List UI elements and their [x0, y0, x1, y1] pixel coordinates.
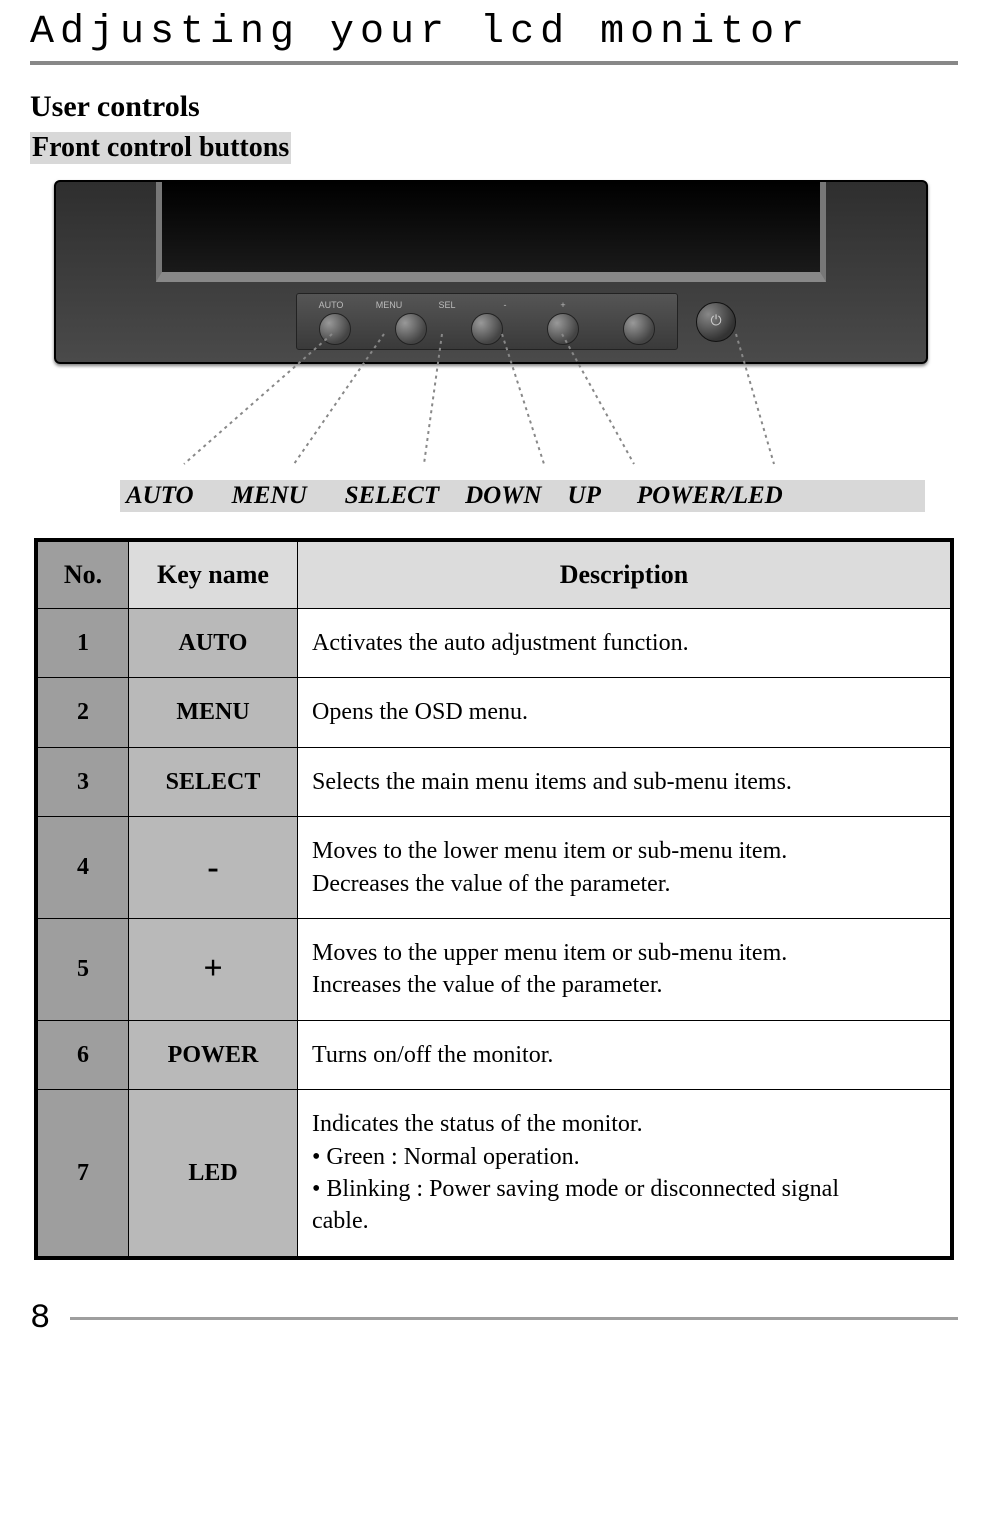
cell-desc: Indicates the status of the monitor. • G…	[298, 1090, 953, 1258]
label-auto: AUTO	[126, 482, 212, 510]
table-row: 7LEDIndicates the status of the monitor.…	[36, 1090, 952, 1258]
cell-no: 4	[36, 817, 129, 919]
cell-desc: Selects the main menu items and sub-menu…	[298, 747, 953, 816]
label-select: SELECT	[325, 482, 457, 510]
panel-label-minus: -	[477, 300, 533, 310]
cell-key: MENU	[129, 678, 298, 747]
panel-label-menu: MENU	[361, 300, 417, 310]
table-row: 5+Moves to the upper menu item or sub-me…	[36, 918, 952, 1020]
cell-key: AUTO	[129, 609, 298, 678]
cell-key: LED	[129, 1090, 298, 1258]
table-row: 1AUTOActivates the auto adjustment funct…	[36, 609, 952, 678]
section-heading: User controls	[30, 90, 958, 124]
cell-desc: Opens the OSD menu.	[298, 678, 953, 747]
cell-desc: Turns on/off the monitor.	[298, 1020, 953, 1089]
label-down: DOWN	[457, 482, 559, 510]
cell-key: -	[129, 817, 298, 919]
cell-no: 6	[36, 1020, 129, 1089]
panel-label-sel: SEL	[419, 300, 475, 310]
label-up: UP	[560, 482, 619, 510]
cell-no: 2	[36, 678, 129, 747]
cell-desc: Moves to the lower menu item or sub-menu…	[298, 817, 953, 919]
monitor-illustration: AUTO MENU SEL - + ⏻	[54, 180, 934, 474]
cell-no: 7	[36, 1090, 129, 1258]
table-row: 6POWERTurns on/off the monitor.	[36, 1020, 952, 1089]
footer-rule	[70, 1317, 958, 1320]
cell-desc: Moves to the upper menu item or sub-menu…	[298, 918, 953, 1020]
subsection-heading: Front control buttons	[30, 132, 291, 164]
panel-label-auto: AUTO	[303, 300, 359, 310]
label-menu: MENU	[212, 482, 325, 510]
cell-no: 3	[36, 747, 129, 816]
cell-key: +	[129, 918, 298, 1020]
table-header-desc: Description	[298, 540, 953, 609]
cell-key: SELECT	[129, 747, 298, 816]
panel-label-plus: +	[535, 300, 591, 310]
page-number: 8	[30, 1300, 50, 1338]
cell-no: 5	[36, 918, 129, 1020]
cell-key: POWER	[129, 1020, 298, 1089]
table-header-key: Key name	[129, 540, 298, 609]
cell-no: 1	[36, 609, 129, 678]
label-power: POWER/LED	[619, 482, 801, 510]
table-row: 4-Moves to the lower menu item or sub-me…	[36, 817, 952, 919]
table-header-no: No.	[36, 540, 129, 609]
table-row: 2MENUOpens the OSD menu.	[36, 678, 952, 747]
leader-lines	[54, 364, 934, 474]
controls-table: No. Key name Description 1AUTOActivates …	[34, 538, 954, 1260]
table-row: 3SELECTSelects the main menu items and s…	[36, 747, 952, 816]
page-title: Adjusting your lcd monitor	[30, 10, 958, 55]
cell-desc: Activates the auto adjustment function.	[298, 609, 953, 678]
diagram-labels-row: AUTO MENU SELECT DOWN UP POWER/LED	[120, 480, 925, 512]
